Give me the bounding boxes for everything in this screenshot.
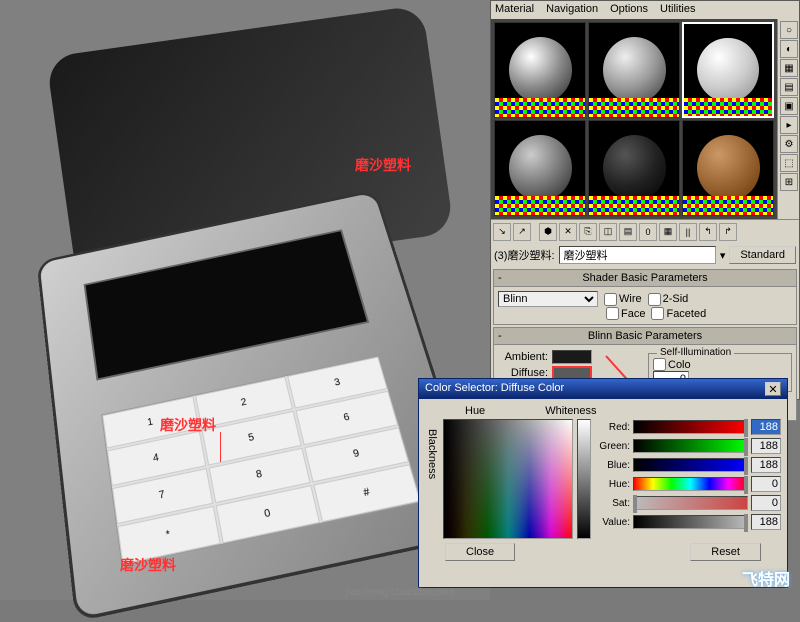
material-slots — [491, 19, 777, 219]
material-slot-1[interactable] — [494, 22, 586, 118]
shader-dropdown[interactable]: Blinn — [498, 291, 598, 307]
annotation-label-1: 磨沙塑料 — [355, 155, 411, 175]
make-copy-icon[interactable]: ⎘ — [579, 223, 597, 241]
put-to-lib-icon[interactable]: ▤ — [619, 223, 637, 241]
material-editor: Material Navigation Options Utilities ○ … — [490, 0, 800, 400]
close-button[interactable]: Close — [445, 543, 515, 561]
mat-id-icon[interactable]: 0 — [639, 223, 657, 241]
background-icon[interactable]: ▦ — [780, 59, 798, 77]
blue-slider[interactable] — [633, 458, 748, 472]
sample-type-icon[interactable]: ○ — [780, 21, 798, 39]
sample-uv-icon[interactable]: ▤ — [780, 78, 798, 96]
facemap-checkbox[interactable] — [606, 307, 619, 320]
whiteness-label: Whiteness — [545, 405, 596, 417]
green-slider[interactable] — [633, 439, 748, 453]
material-slot-label: (3)磨沙塑料: — [494, 247, 555, 263]
3d-viewport[interactable]: 1 2 3 4 5 6 7 8 9 * 0 # 磨沙塑料 磨沙塑料 磨沙塑料 — [0, 0, 490, 600]
site-logo: 飞特网 — [742, 566, 790, 590]
wire-checkbox[interactable] — [604, 293, 617, 306]
blackness-label: Blackness — [426, 429, 438, 479]
rollout-header[interactable]: -Blinn Basic Parameters — [494, 328, 796, 345]
dialog-title: Color Selector: Diffuse Color — [425, 382, 564, 396]
material-type-button[interactable]: Standard — [729, 246, 796, 264]
slots-3x2-icon[interactable]: ⊞ — [780, 173, 798, 191]
rollout-header[interactable]: -Shader Basic Parameters — [494, 270, 796, 287]
hue-field[interactable] — [443, 419, 573, 539]
make-unique-icon[interactable]: ◫ — [599, 223, 617, 241]
value-spinner[interactable] — [751, 514, 781, 530]
selfilum-color-checkbox[interactable] — [653, 358, 666, 371]
side-toolbar: ○ ◐ ▦ ▤ ▣ ▸ ⚙ ⬚ ⊞ — [777, 19, 799, 219]
sat-spinner[interactable] — [751, 495, 781, 511]
reset-button[interactable]: Reset — [690, 543, 761, 561]
shader-params-rollout: -Shader Basic Parameters Blinn Wire 2-Si… — [493, 269, 797, 325]
close-icon[interactable]: ✕ — [765, 382, 781, 396]
preview-icon[interactable]: ▸ — [780, 116, 798, 134]
material-slot-4[interactable] — [494, 120, 586, 216]
show-map-icon[interactable]: ▦ — [659, 223, 677, 241]
annotation-label-2: 磨沙塑料 — [160, 415, 216, 435]
horizontal-toolbar: ↘ ↗ ⬢ ✕ ⎘ ◫ ▤ 0 ▦ || ↰ ↱ — [491, 219, 799, 243]
hue-slider[interactable] — [633, 477, 748, 491]
ambient-label: Ambient: — [498, 351, 548, 363]
select-by-mat-icon[interactable]: ⬚ — [780, 154, 798, 172]
delete-icon[interactable]: ✕ — [559, 223, 577, 241]
menu-options[interactable]: Options — [610, 3, 648, 17]
material-name-input[interactable] — [559, 246, 716, 264]
go-parent-icon[interactable]: ↰ — [699, 223, 717, 241]
material-slot-6[interactable] — [682, 120, 774, 216]
phone-keypad: 1 2 3 4 5 6 7 8 9 * 0 # — [101, 355, 422, 565]
red-slider[interactable] — [633, 420, 748, 434]
value-slider[interactable] — [633, 515, 748, 529]
hue-label: Hue — [465, 405, 485, 417]
show-end-icon[interactable]: || — [679, 223, 697, 241]
backlight-icon[interactable]: ◐ — [780, 40, 798, 58]
whiteness-slider[interactable] — [577, 419, 591, 539]
dialog-titlebar[interactable]: Color Selector: Diffuse Color ✕ — [419, 379, 787, 399]
menu-navigation[interactable]: Navigation — [546, 3, 598, 17]
color-selector-dialog: Color Selector: Diffuse Color ✕ Hue Whit… — [418, 378, 788, 588]
material-slot-3[interactable] — [682, 22, 774, 118]
material-slot-5[interactable] — [588, 120, 680, 216]
watermark: jiaocheng.chazidian.com — [0, 585, 800, 600]
blue-label: Blue: — [595, 460, 630, 471]
faceted-checkbox[interactable] — [651, 307, 664, 320]
menu-bar: Material Navigation Options Utilities — [491, 1, 799, 19]
sat-slider[interactable] — [633, 496, 748, 510]
get-material-icon[interactable]: ↘ — [493, 223, 511, 241]
blue-spinner[interactable] — [751, 457, 781, 473]
phone-screen — [84, 230, 370, 381]
hue-slider-label: Hue: — [595, 479, 630, 490]
annotation-pointer — [220, 432, 221, 462]
video-check-icon[interactable]: ▣ — [780, 97, 798, 115]
assign-icon[interactable]: ⬢ — [539, 223, 557, 241]
hue-spinner[interactable] — [751, 476, 781, 492]
green-label: Green: — [595, 441, 630, 452]
options-icon[interactable]: ⚙ — [780, 135, 798, 153]
material-slot-2[interactable] — [588, 22, 680, 118]
menu-utilities[interactable]: Utilities — [660, 3, 695, 17]
red-label: Red: — [595, 422, 630, 433]
ambient-swatch[interactable] — [552, 350, 592, 364]
dropdown-icon[interactable]: ▾ — [720, 249, 726, 262]
go-forward-icon[interactable]: ↱ — [719, 223, 737, 241]
sat-label: Sat: — [595, 498, 630, 509]
twosided-checkbox[interactable] — [648, 293, 661, 306]
red-spinner[interactable] — [751, 419, 781, 435]
value-label: Value: — [595, 517, 630, 528]
annotation-label-3: 磨沙塑料 — [120, 555, 176, 575]
menu-material[interactable]: Material — [495, 3, 534, 17]
green-spinner[interactable] — [751, 438, 781, 454]
put-to-scene-icon[interactable]: ↗ — [513, 223, 531, 241]
material-name-row: (3)磨沙塑料: ▾ Standard — [491, 243, 799, 267]
